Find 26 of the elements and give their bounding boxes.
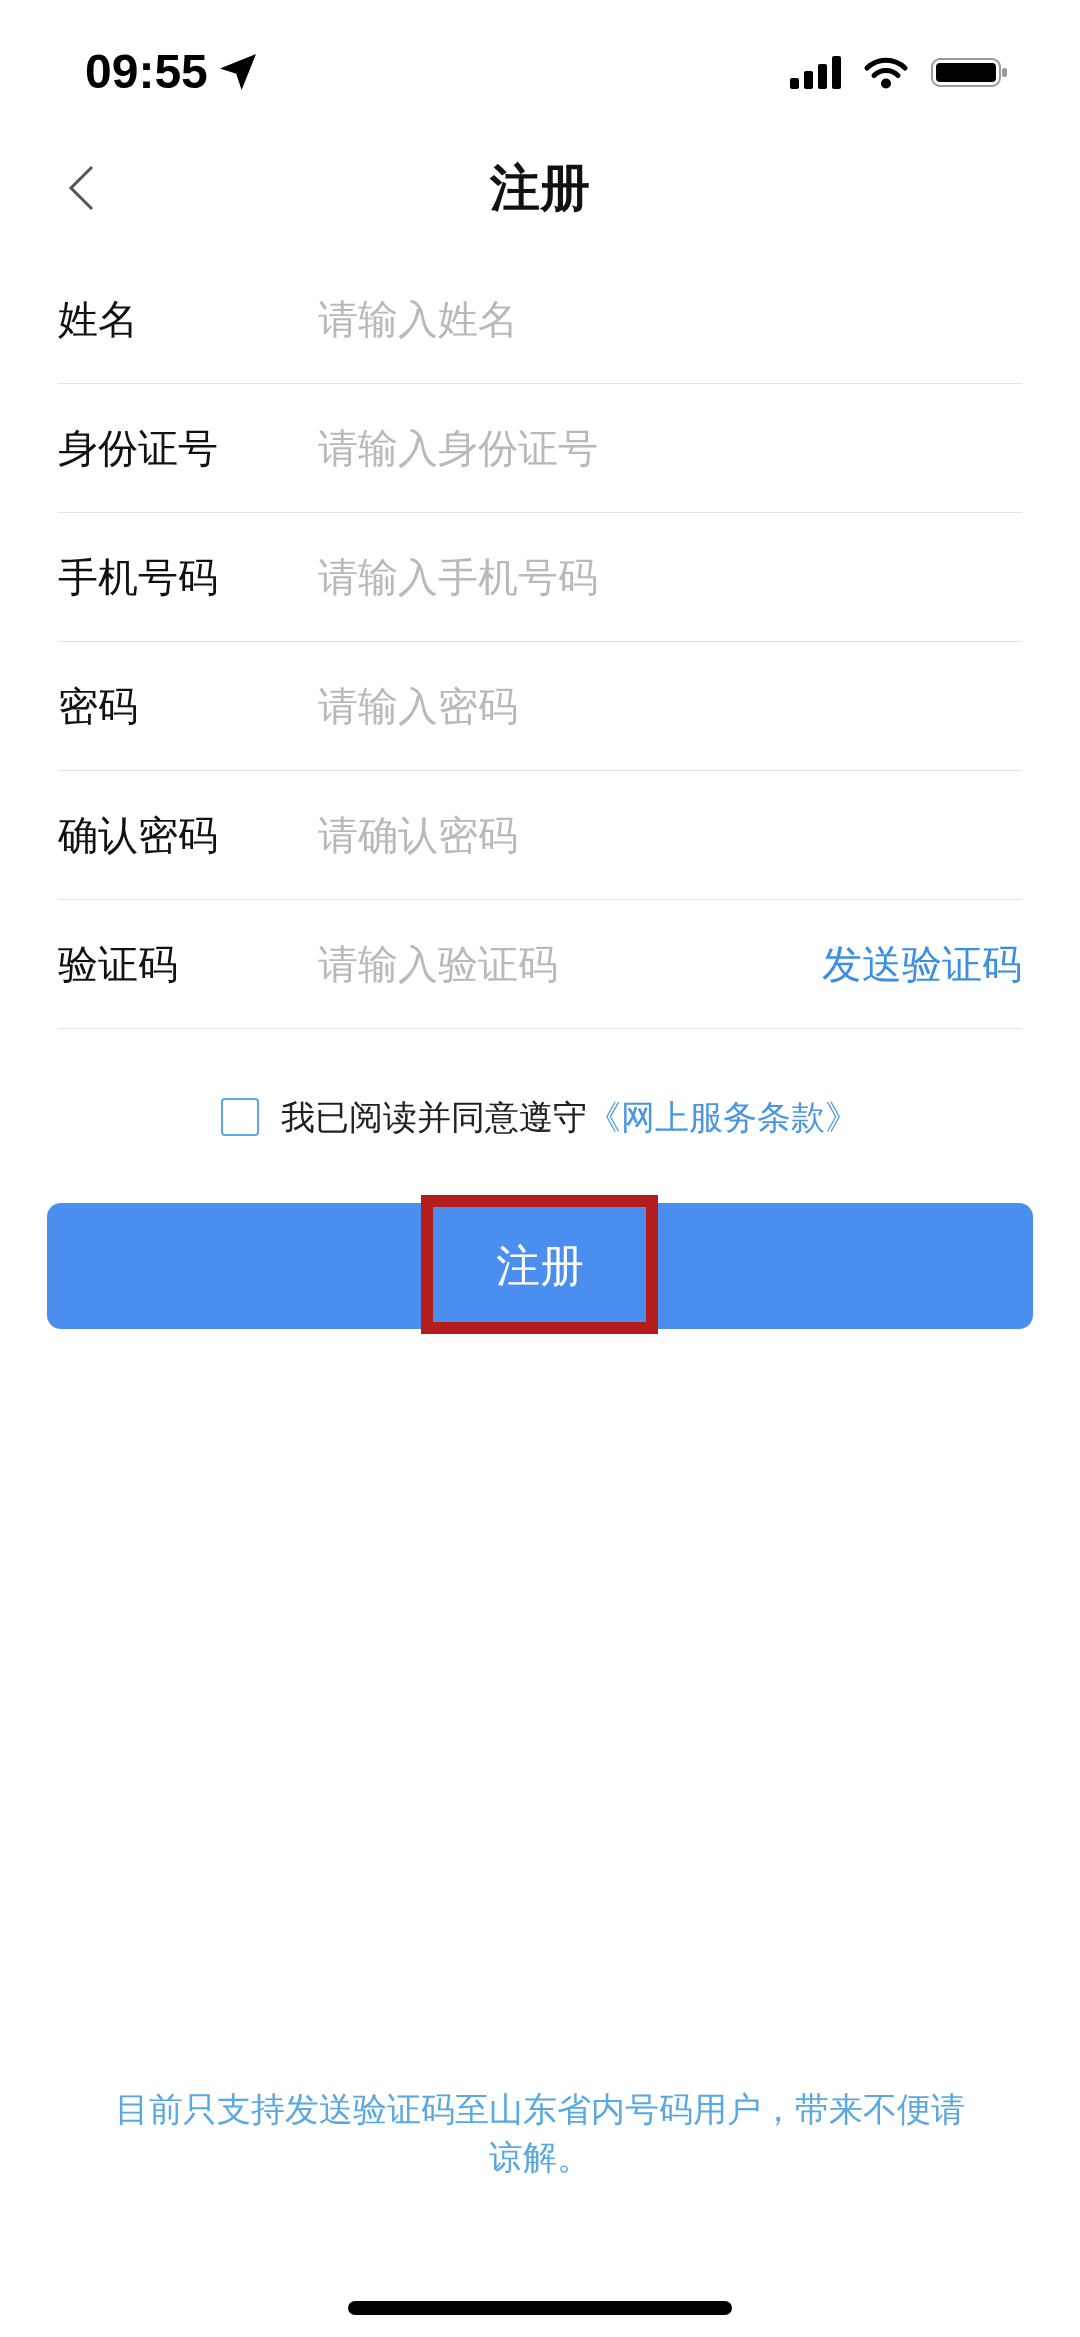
location-arrow-icon xyxy=(219,54,256,90)
field-label: 身份证号 xyxy=(58,428,219,468)
battery-icon xyxy=(931,57,1007,87)
field-label: 验证码 xyxy=(58,944,179,984)
input-field[interactable]: 请输入手机号码 xyxy=(318,547,1022,607)
input-field[interactable]: 请输入姓名 xyxy=(318,289,1022,349)
input-field[interactable]: 请输入密码 xyxy=(318,676,1022,736)
back-icon xyxy=(68,165,94,211)
register-button[interactable]: 注册 xyxy=(47,1203,1033,1329)
signal-icon xyxy=(790,55,841,89)
input-field[interactable]: 请确认密码 xyxy=(318,805,1022,865)
input-field[interactable]: 请输入验证码 xyxy=(318,934,822,994)
input-field[interactable]: 请输入身份证号 xyxy=(318,418,1022,478)
field-label: 姓名 xyxy=(58,299,139,339)
agreement-text: 我已阅读并同意遵守 xyxy=(281,1100,587,1134)
wifi-icon xyxy=(863,55,909,89)
agreement-checkbox[interactable] xyxy=(221,1098,259,1136)
field-label: 确认密码 xyxy=(58,815,219,855)
status-time: 09:55 xyxy=(85,48,208,96)
back-button[interactable] xyxy=(66,163,96,213)
field-label: 密码 xyxy=(58,686,139,726)
field-label: 手机号码 xyxy=(58,557,219,597)
terms-link[interactable]: 《网上服务条款》 xyxy=(587,1100,859,1134)
send-code-button[interactable]: 发送验证码 xyxy=(822,944,1022,984)
notice-text: 目前只支持发送验证码至山东省内号码用户，带来不便请谅解。 xyxy=(114,2089,966,2178)
page-title: 注册 xyxy=(490,163,590,213)
